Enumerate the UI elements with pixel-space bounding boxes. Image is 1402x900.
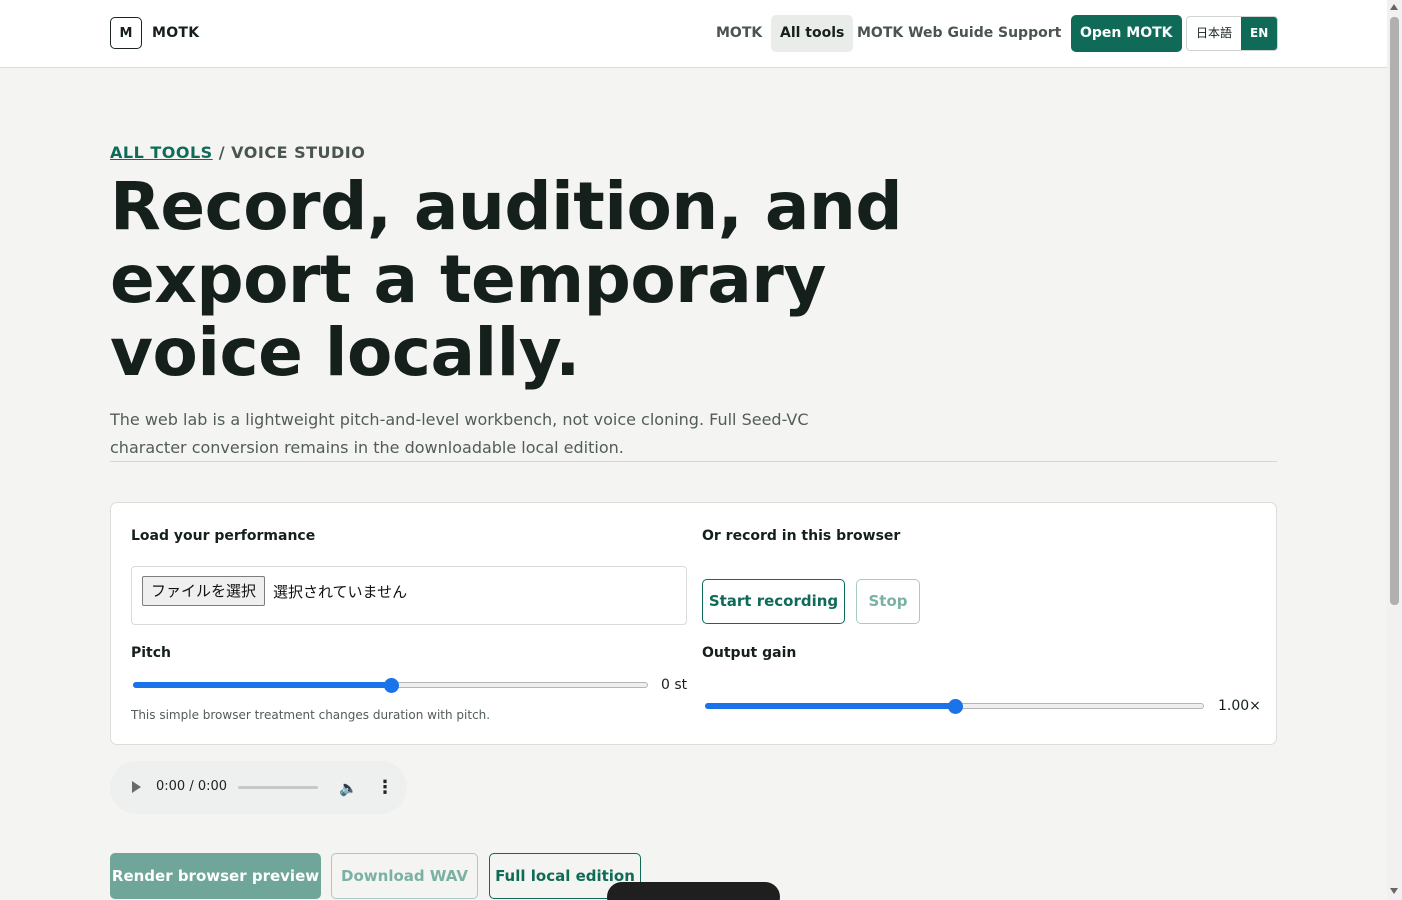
gain-slider-fill: [705, 703, 955, 709]
nav-item-support[interactable]: Support: [989, 15, 1070, 52]
breadcrumb-separator: /: [212, 143, 232, 162]
audio-progress-bar[interactable]: [238, 786, 318, 789]
page-scrollbar[interactable]: [1387, 0, 1402, 900]
record-label: Or record in this browser: [702, 528, 901, 544]
pitch-readout: 0 st: [661, 677, 688, 693]
language-switcher: 日本語 EN: [1186, 16, 1279, 51]
file-status-text: 選択されていません: [273, 583, 408, 601]
pitch-slider-fill: [133, 682, 391, 688]
output-gain-label: Output gain: [702, 645, 797, 661]
file-input-container: ファイルを選択 選択されていません: [131, 566, 687, 625]
brand-mark: M: [110, 17, 142, 49]
nav-item-open[interactable]: Open MOTK: [1071, 15, 1182, 52]
nav-link-web-guide[interactable]: MOTK Web Guide: [848, 15, 1002, 52]
download-wav-button[interactable]: Download WAV: [331, 853, 478, 899]
start-recording-button[interactable]: Start recording: [702, 579, 845, 624]
audio-player: 0:00 / 0:00 🔈 ⋮: [110, 761, 407, 814]
choose-file-button[interactable]: ファイルを選択: [142, 576, 266, 606]
brand-logo[interactable]: M MOTK: [110, 17, 199, 49]
breadcrumb-current: VOICE STUDIO: [231, 143, 366, 162]
voice-control-panel: Load your performance ファイルを選択 選択されていません …: [110, 502, 1277, 745]
audio-time: 0:00 / 0:00: [156, 779, 228, 794]
gain-slider-thumb[interactable]: [947, 699, 963, 714]
scrollbar-thumb[interactable]: [1390, 17, 1399, 605]
section-divider: [110, 461, 1277, 462]
volume-icon[interactable]: 🔈: [339, 779, 358, 797]
open-motk-button[interactable]: Open MOTK: [1071, 15, 1182, 52]
pitch-slider[interactable]: [133, 678, 648, 693]
nav-link-motk[interactable]: MOTK: [707, 15, 771, 52]
gain-readout: 1.00×: [1218, 698, 1261, 714]
more-options-icon[interactable]: ⋮: [376, 777, 394, 798]
load-performance-label: Load your performance: [131, 528, 316, 544]
pitch-slider-thumb[interactable]: [383, 678, 399, 693]
nav-item-web-guide[interactable]: MOTK Web Guide: [848, 15, 1002, 52]
play-icon[interactable]: [132, 781, 141, 793]
page-title: Record, audition, and export a temporary…: [110, 168, 903, 391]
nav-item-motk[interactable]: MOTK: [707, 15, 771, 52]
scroll-down-icon[interactable]: [1390, 888, 1398, 894]
lang-option-en[interactable]: EN: [1241, 17, 1278, 50]
brand-name: MOTK: [152, 25, 200, 41]
scroll-up-icon[interactable]: [1390, 4, 1398, 10]
nav-item-all-tools[interactable]: All tools: [771, 15, 854, 52]
stop-recording-button[interactable]: Stop: [856, 579, 920, 624]
floating-toolbar[interactable]: [607, 882, 780, 900]
output-gain-slider[interactable]: [705, 699, 1204, 714]
lang-option-ja[interactable]: 日本語: [1187, 17, 1241, 50]
breadcrumb-all-tools-link[interactable]: ALL TOOLS: [110, 143, 213, 162]
page-lead: The web lab is a lightweight pitch-and-l…: [110, 410, 809, 457]
render-preview-button[interactable]: Render browser preview: [110, 853, 321, 899]
top-navigation-bar: M MOTK MOTK All tools MOTK Web Guide Sup…: [0, 0, 1387, 68]
nav-link-support[interactable]: Support: [989, 15, 1070, 52]
pitch-hint: This simple browser treatment changes du…: [131, 708, 491, 722]
pitch-label: Pitch: [131, 645, 172, 661]
breadcrumb: ALL TOOLS / VOICE STUDIO: [110, 143, 365, 162]
nav-link-all-tools[interactable]: All tools: [771, 15, 854, 52]
